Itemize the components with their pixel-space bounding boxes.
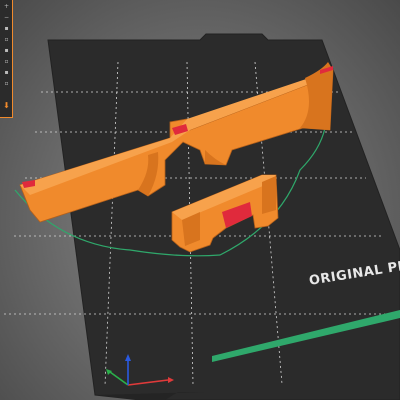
3d-viewport[interactable]	[0, 0, 400, 400]
